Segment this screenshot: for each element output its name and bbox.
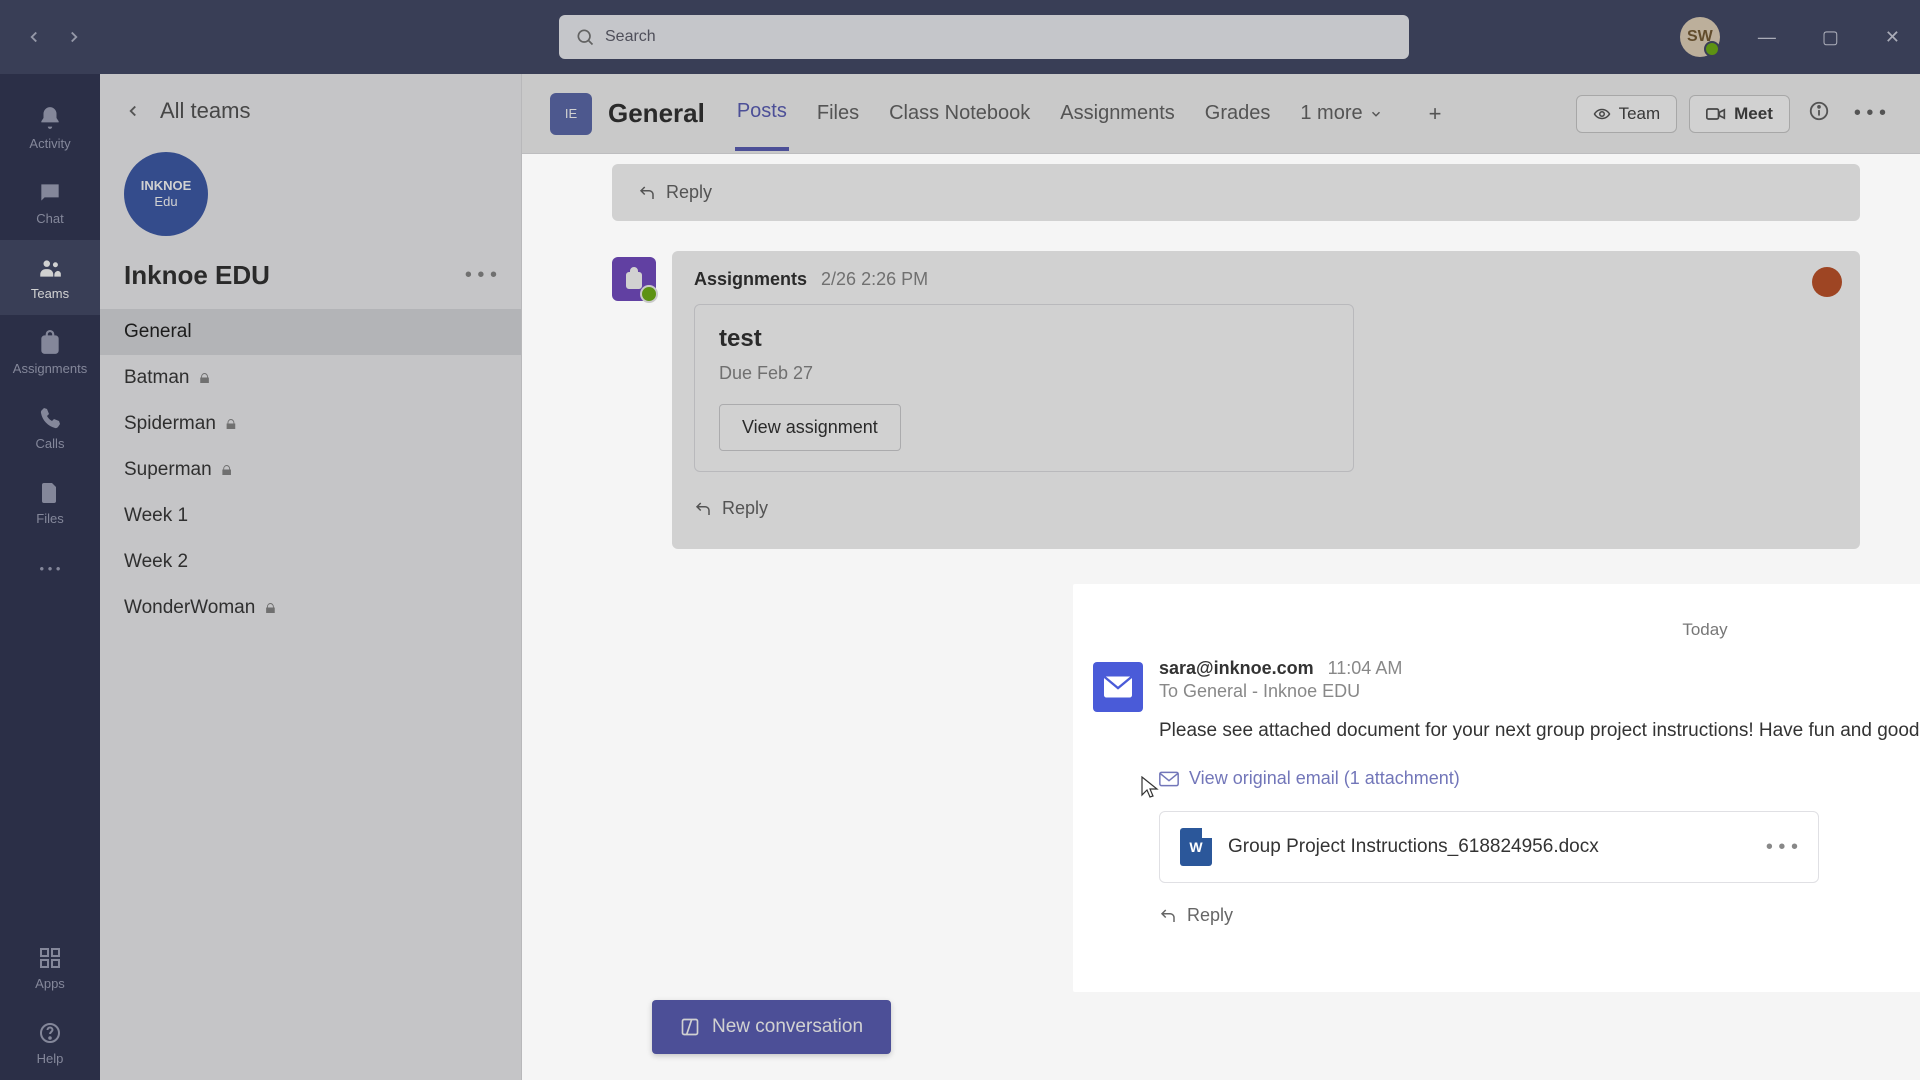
channel-avatar: IE [550,93,592,135]
bell-icon [36,104,64,132]
content-area: IE General Posts Files Class Notebook As… [522,74,1920,1080]
channel-wonderwoman[interactable]: WonderWoman🔒︎ [100,585,521,631]
rail-calls[interactable]: Calls [0,390,100,465]
tab-files[interactable]: Files [815,78,861,149]
title-bar: Search SW — ▢ ✕ [0,0,1920,74]
reply-button[interactable]: Reply [694,486,1838,531]
email-avatar-icon [1093,662,1143,712]
channel-general[interactable]: General [100,309,521,355]
assignment-card[interactable]: test Due Feb 27 View assignment [694,304,1354,472]
more-icon: • • • [36,554,64,582]
lock-icon: 🔒︎ [199,367,209,389]
channel-title: General [608,98,705,129]
header-more-icon[interactable]: • • • [1848,96,1892,131]
minimize-icon[interactable]: — [1750,23,1784,52]
view-assignment-button[interactable]: View assignment [719,404,901,451]
day-separator: Today [1093,602,1920,658]
file-icon [36,479,64,507]
content-header: IE General Posts Files Class Notebook As… [522,74,1920,154]
rail-help[interactable]: Help [0,1005,100,1080]
email-post: sara@inknoe.com 11:04 AM To General - In… [1093,658,1920,938]
word-doc-icon: W [1180,828,1212,866]
meet-button[interactable]: Meet [1689,95,1790,133]
info-icon[interactable] [1802,94,1836,134]
new-conversation-button[interactable]: New conversation [652,1000,891,1054]
rail-files[interactable]: Files [0,465,100,540]
rail-teams[interactable]: Teams [0,240,100,315]
team-avatar[interactable]: INKNOE Edu [124,152,208,236]
attachment-card[interactable]: W Group Project Instructions_618824956.d… [1159,811,1819,883]
team-button[interactable]: Team [1576,95,1678,133]
nav-back-icon[interactable] [24,27,44,47]
phone-icon [36,404,64,432]
post-sender: Assignments [694,269,807,290]
tab-posts[interactable]: Posts [735,76,789,151]
email-to: To General - Inknoe EDU [1159,681,1920,702]
user-avatar[interactable]: SW [1680,17,1720,57]
add-tab-icon[interactable]: + [1429,101,1442,127]
channel-week1[interactable]: Week 1 [100,493,521,539]
maximize-icon[interactable]: ▢ [1814,23,1847,52]
close-icon[interactable]: ✕ [1877,23,1908,52]
lock-icon: 🔒︎ [265,597,275,619]
view-original-email-link[interactable]: View original email (1 attachment) [1159,768,1920,789]
attachment-name: Group Project Instructions_618824956.doc… [1228,836,1750,858]
post-time: 2/26 2:26 PM [821,269,928,290]
email-time: 11:04 AM [1328,658,1403,679]
assignment-due: Due Feb 27 [719,363,1329,384]
search-placeholder: Search [605,28,656,46]
rail-apps[interactable]: Apps [0,930,100,1005]
assignments-bot-avatar [612,257,656,301]
tab-more[interactable]: 1 more [1298,78,1384,149]
lock-icon: 🔒︎ [222,459,232,481]
backpack-icon [36,329,64,357]
assignment-post: Assignments 2/26 2:26 PM test Due Feb 27… [612,251,1860,549]
help-icon [36,1019,64,1047]
reply-button[interactable]: Reply [618,170,1854,215]
channel-superman[interactable]: Superman🔒︎ [100,447,521,493]
highlighted-region: Today sara@inknoe.com 11:04 AM To Genera… [1073,584,1920,992]
team-more-icon[interactable]: • • • [465,264,497,287]
rail-more[interactable]: • • • [0,540,100,596]
nav-forward-icon[interactable] [64,27,84,47]
email-body-text: Please see attached document for your ne… [1159,720,1920,742]
apps-icon [36,944,64,972]
channel-list: General Batman🔒︎ Spiderman🔒︎ Superman🔒︎ … [100,309,521,631]
channel-week2[interactable]: Week 2 [100,539,521,585]
rail-activity[interactable]: Activity [0,90,100,165]
message-block: Reply [612,164,1860,221]
channel-batman[interactable]: Batman🔒︎ [100,355,521,401]
tab-assignments[interactable]: Assignments [1058,78,1177,149]
teams-icon [36,254,64,282]
tab-grades[interactable]: Grades [1203,78,1273,149]
app-rail: Activity Chat Teams Assignments Calls Fi… [0,74,100,1080]
lock-icon: 🔒︎ [226,413,236,435]
rail-chat[interactable]: Chat [0,165,100,240]
all-teams-link[interactable]: All teams [100,90,521,152]
channel-spiderman[interactable]: Spiderman🔒︎ [100,401,521,447]
chat-icon [36,179,64,207]
team-name: Inknoe EDU [124,260,270,291]
app-badge-icon [1812,267,1842,297]
rail-assignments[interactable]: Assignments [0,315,100,390]
search-input[interactable]: Search [559,15,1409,59]
assignment-title: test [719,325,1329,353]
tab-class-notebook[interactable]: Class Notebook [887,78,1032,149]
channel-sidebar: All teams INKNOE Edu Inknoe EDU • • • Ge… [100,74,522,1080]
email-from: sara@inknoe.com [1159,658,1314,679]
attachment-more-icon[interactable]: • • • [1766,836,1798,859]
reply-button[interactable]: Reply [1159,893,1920,938]
